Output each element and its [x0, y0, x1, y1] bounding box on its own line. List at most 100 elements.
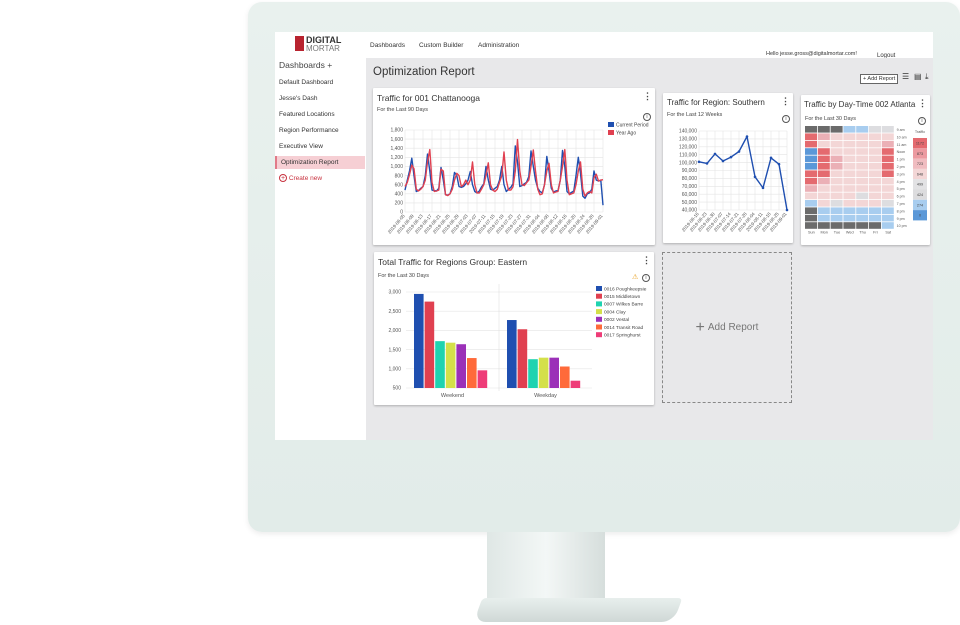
download-icon[interactable]: ⤓ — [925, 72, 929, 82]
heatmap-cell — [869, 214, 881, 222]
legend-label: 0002 Vestal — [604, 317, 629, 323]
y-tick-label: 100,000 — [679, 160, 697, 166]
heatmap-cell — [843, 207, 856, 214]
heatmap-cell — [869, 222, 881, 229]
hour-label: 1 pm — [897, 158, 905, 162]
heatmap-cell — [805, 170, 817, 177]
data-point — [713, 152, 717, 156]
nav-custom-builder[interactable]: Custom Builder — [419, 42, 463, 49]
heatmap-cell — [817, 207, 830, 214]
add-report-tile[interactable]: + Add Report — [662, 252, 792, 403]
add-report-button[interactable]: + Add Report — [860, 74, 899, 84]
heatmap-cell — [856, 222, 869, 229]
sidebar-item-optimization-report[interactable]: Optimization Report — [275, 156, 365, 169]
data-point — [769, 156, 773, 160]
heatmap-cell — [869, 177, 881, 185]
legend-swatch — [596, 316, 602, 322]
hour-label: 7 pm — [897, 202, 905, 206]
legend-label: 723 — [917, 162, 923, 166]
legend-swatch — [596, 301, 602, 307]
hour-label: 10 pm — [897, 224, 907, 228]
logo[interactable]: DIGITAL MORTAR — [295, 36, 341, 53]
filter-sliders-icon[interactable]: ☰ — [902, 72, 909, 81]
heatmap-cell — [805, 155, 817, 163]
sidebar-title: Dashboards + — [279, 60, 333, 70]
heatmap-atlanta: 9 am 10 am 11 am Noon 1 pm 2 pm 3 pm 4 pm 5 pm 6 … — [805, 126, 927, 235]
heatmap-cell — [881, 214, 894, 222]
heatmap-cell — [805, 163, 817, 170]
y-tick-label: 1,400 — [390, 146, 403, 152]
series-line-0 — [698, 135, 788, 211]
data-point — [705, 162, 709, 165]
nav-dashboards[interactable]: Dashboards — [370, 42, 405, 49]
heatmap-cell — [869, 140, 881, 148]
heatmap-cell — [869, 207, 881, 214]
data-point — [745, 135, 749, 138]
data-point — [721, 159, 725, 163]
y-tick-label: 400 — [395, 191, 404, 197]
sidebar-item-executive-view[interactable]: Executive View — [279, 143, 323, 150]
heatmap-cell — [869, 185, 881, 192]
user-greeting: Hello jesse.gross@digitalmortar.com! — [766, 51, 857, 57]
heatmap-cell — [830, 185, 843, 192]
heatmap-cell — [830, 177, 843, 185]
heatmap-cell — [843, 148, 856, 155]
create-new-button[interactable]: + Create new — [279, 174, 322, 182]
heatmap-cell — [881, 192, 894, 200]
heatmap-cell — [817, 163, 830, 170]
heatmap-cell — [881, 163, 894, 170]
heatmap-cell — [881, 148, 894, 155]
hour-label: 10 am — [897, 135, 907, 139]
y-tick-label: 60,000 — [682, 192, 698, 198]
legend-label: 0016 Poughkeepsie — [604, 286, 647, 292]
bar — [538, 357, 549, 388]
y-tick-label: 1,800 — [390, 128, 403, 134]
heatmap-cell — [856, 140, 869, 148]
legend-label: 274 — [917, 203, 923, 207]
hour-label: 2 pm — [897, 165, 905, 169]
heatmap-cell — [817, 177, 830, 185]
bar — [435, 341, 445, 388]
heatmap-cell — [805, 148, 817, 155]
heatmap-cell — [881, 222, 894, 229]
legend-label: 499 — [917, 183, 923, 187]
data-point — [729, 155, 733, 159]
bar — [528, 359, 538, 388]
add-dashboard-button[interactable]: + — [327, 60, 332, 70]
y-tick-label: 2,000 — [388, 328, 401, 334]
y-tick-label: 800 — [395, 173, 404, 179]
y-tick-label: 600 — [395, 182, 404, 188]
data-point — [761, 186, 765, 190]
heatmap-cell — [856, 207, 869, 214]
legend-label: 648 — [917, 172, 923, 176]
calendar-icon[interactable]: ▤ — [914, 72, 922, 81]
y-tick-label: 110,000 — [679, 152, 697, 158]
heatmap-cell — [869, 170, 881, 177]
heatmap-cell — [830, 163, 843, 170]
heatmap-cell — [817, 140, 830, 148]
heatmap-cell — [817, 200, 830, 207]
sidebar-item-featured-locations[interactable]: Featured Locations — [279, 111, 335, 118]
heatmap-cell — [856, 148, 869, 155]
sidebar-item-default-dashboard[interactable]: Default Dashboard — [279, 79, 333, 86]
bar — [570, 380, 581, 388]
sidebar-item-region-performance[interactable]: Region Performance — [279, 127, 339, 134]
y-tick-label: 130,000 — [679, 137, 697, 143]
plus-icon: + — [695, 318, 705, 336]
monitor-base — [473, 598, 683, 622]
heatmap-cell — [869, 148, 881, 155]
heatmap-cell — [881, 133, 894, 140]
line-chart-chattanooga: 02004006008001,0001,2001,4001,6001,80020… — [387, 122, 649, 235]
day-label: Thu — [859, 231, 866, 235]
heatmap-cell — [881, 140, 894, 148]
nav-administration[interactable]: Administration — [478, 42, 519, 49]
heatmap-cell — [881, 170, 894, 177]
sidebar-item-jesses-dash[interactable]: Jesse's Dash — [279, 95, 317, 102]
heatmap-cell — [869, 200, 881, 207]
heatmap-cell — [830, 133, 843, 140]
legend-swatch — [596, 286, 602, 291]
plus-circle-icon: + — [279, 174, 287, 182]
legend-swatch — [608, 130, 614, 135]
heatmap-cell — [805, 200, 817, 207]
heatmap-cell — [881, 155, 894, 163]
